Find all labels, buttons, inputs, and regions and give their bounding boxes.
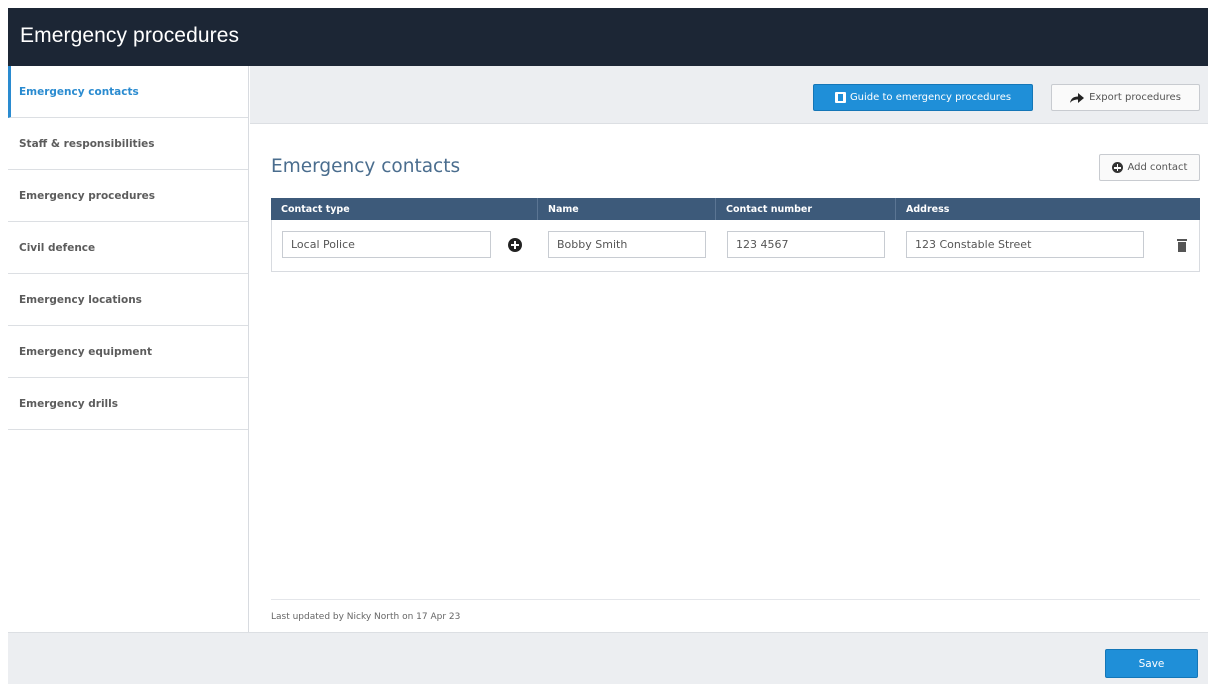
contact-type-field[interactable]: Local Police <box>282 231 491 258</box>
guide-button-label: Guide to emergency procedures <box>849 92 1012 103</box>
guide-button[interactable]: Guide to emergency procedures <box>813 84 1033 111</box>
table-header: Contact type Name Contact number Address <box>271 198 1200 220</box>
column-header-address: Address <box>906 203 950 215</box>
add-contact-label: Add contact <box>1127 162 1188 173</box>
add-contact-type-icon[interactable] <box>508 238 522 252</box>
footer-bar: Save <box>8 632 1208 684</box>
sidebar-item-emergency-procedures[interactable]: Emergency procedures <box>8 170 248 222</box>
plus-circle-icon <box>1111 162 1123 173</box>
main-content: Emergency contacts Add contact Contact t… <box>250 125 1208 632</box>
last-updated-text: Last updated by Nicky North on 17 Apr 23 <box>271 612 461 622</box>
sidebar-item-emergency-drills[interactable]: Emergency drills <box>8 378 248 430</box>
sidebar-item-civil-defence[interactable]: Civil defence <box>8 222 248 274</box>
share-arrow-icon <box>1070 92 1085 103</box>
trash-icon[interactable] <box>1177 239 1187 252</box>
app-window: Emergency procedures Emergency contacts … <box>8 8 1208 684</box>
column-header-contact-number: Contact number <box>716 198 896 220</box>
column-header-name: Name <box>538 198 716 220</box>
export-button-label: Export procedures <box>1089 92 1181 103</box>
sidebar-item-staff-responsibilities[interactable]: Staff & responsibilities <box>8 118 248 170</box>
book-icon <box>834 92 846 103</box>
divider <box>271 599 1200 600</box>
app-title: Emergency procedures <box>20 24 240 47</box>
contacts-table: Contact type Name Contact number Address… <box>271 198 1200 272</box>
table-row: Local Police Bobby Smith 123 4567 123 Co… <box>271 220 1200 272</box>
address-field[interactable]: 123 Constable Street <box>906 231 1144 258</box>
sidebar-item-emergency-equipment[interactable]: Emergency equipment <box>8 326 248 378</box>
toolbar: Guide to emergency procedures Export pro… <box>250 66 1208 124</box>
app-header: Emergency procedures <box>8 8 1208 66</box>
contact-number-field[interactable]: 123 4567 <box>727 231 885 258</box>
save-button[interactable]: Save <box>1105 649 1198 678</box>
sidebar-item-emergency-contacts[interactable]: Emergency contacts <box>8 66 248 118</box>
name-field[interactable]: Bobby Smith <box>548 231 706 258</box>
sidebar: Emergency contacts Staff & responsibilit… <box>8 66 249 632</box>
column-header-contact-type: Contact type <box>271 198 538 220</box>
export-button[interactable]: Export procedures <box>1051 84 1200 111</box>
add-contact-button[interactable]: Add contact <box>1099 154 1200 181</box>
page-title: Emergency contacts <box>271 156 461 177</box>
sidebar-item-emergency-locations[interactable]: Emergency locations <box>8 274 248 326</box>
